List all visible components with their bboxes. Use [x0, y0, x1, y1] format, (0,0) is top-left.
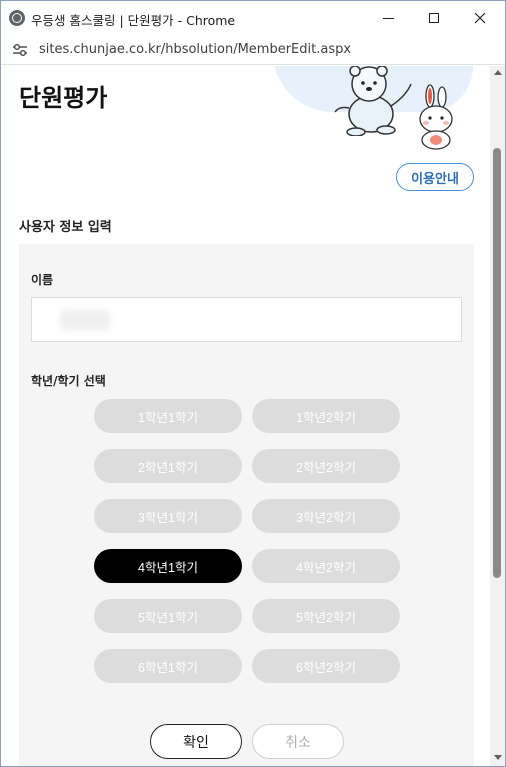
window-title: 우등생 홈스쿨링 | 단원평가 - Chrome	[31, 13, 236, 28]
maximize-button[interactable]	[411, 1, 457, 35]
scroll-thumb[interactable]	[493, 148, 501, 578]
grade-option-button[interactable]: 5학년2학기	[252, 599, 400, 633]
grade-option-button[interactable]: 2학년2학기	[252, 449, 400, 483]
maximize-icon	[429, 13, 439, 23]
section-title: 사용자 정보 입력	[19, 220, 112, 235]
user-info-form: 이름 학년/학기 선택 1학년1학기 1학년2학기 2학년1학기 2학년2학기 3학년1…	[19, 244, 474, 766]
site-settings-icon[interactable]	[12, 43, 28, 57]
grade-option-button[interactable]: 2학년1학기	[94, 449, 242, 483]
grade-option-button[interactable]: 3학년1학기	[94, 499, 242, 533]
page-title: 단원평가	[19, 84, 108, 112]
close-button[interactable]	[457, 1, 503, 35]
name-value-redacted	[60, 310, 110, 330]
grade-option-button[interactable]: 5학년1학기	[94, 599, 242, 633]
name-input[interactable]	[31, 297, 462, 342]
confirm-button[interactable]: 확인	[150, 724, 242, 759]
page-content: 단원평가 이용안내 사용자 정보 입력 이름 학년/학기 선택 1학년1학기 1…	[1, 66, 490, 766]
cancel-button[interactable]: 취소	[252, 724, 344, 759]
minimize-icon	[382, 17, 394, 19]
grade-option-button[interactable]: 6학년1학기	[94, 649, 242, 683]
grade-option-button[interactable]: 1학년1학기	[94, 399, 242, 433]
minimize-button[interactable]	[365, 1, 411, 35]
grade-option-button[interactable]: 6학년2학기	[252, 649, 400, 683]
grade-option-button[interactable]: 4학년2학기	[252, 549, 400, 583]
browser-popup-window: 우등생 홈스쿨링 | 단원평가 - Chrome sites.chunjae.c…	[0, 0, 506, 767]
url-text[interactable]: sites.chunjae.co.kr/hbsolution/MemberEdi…	[39, 42, 351, 57]
site-icon	[9, 10, 25, 26]
grade-semester-label: 학년/학기 선택	[31, 374, 106, 388]
grade-option-button[interactable]: 4학년1학기	[94, 549, 242, 583]
vertical-scrollbar[interactable]	[490, 66, 505, 766]
guide-button[interactable]: 이용안내	[396, 163, 474, 191]
address-bar[interactable]: sites.chunjae.co.kr/hbsolution/MemberEdi…	[1, 35, 505, 65]
grade-option-button[interactable]: 3학년2학기	[252, 499, 400, 533]
scroll-down-arrow-icon[interactable]	[494, 755, 502, 760]
rabbit-mascot-illustration	[419, 84, 453, 150]
bear-mascot-illustration	[334, 66, 412, 136]
scroll-up-arrow-icon[interactable]	[494, 70, 502, 75]
title-bar[interactable]: 우등생 홈스쿨링 | 단원평가 - Chrome	[1, 1, 505, 35]
grade-option-button[interactable]: 1학년2학기	[252, 399, 400, 433]
close-icon	[474, 12, 486, 24]
name-label: 이름	[31, 273, 54, 287]
